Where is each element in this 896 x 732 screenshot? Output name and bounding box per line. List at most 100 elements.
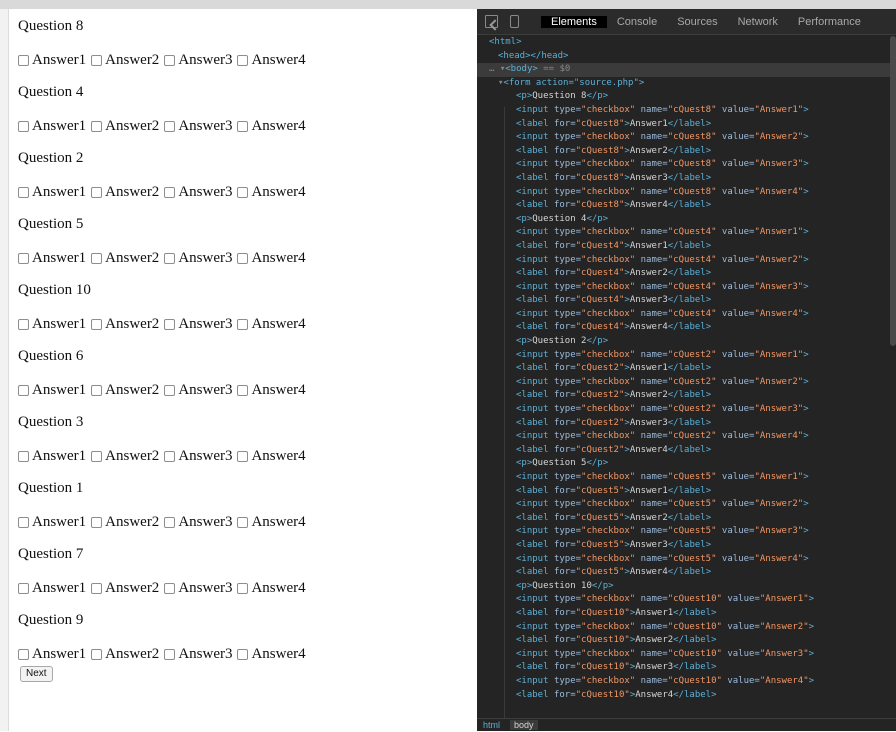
tab-network[interactable]: Network: [728, 16, 788, 28]
answer-option[interactable]: Answer1: [18, 447, 86, 465]
answer-checkbox[interactable]: [164, 120, 176, 132]
selected-body-node[interactable]: … ▾<body> == $0: [477, 63, 890, 77]
answer-checkbox[interactable]: [164, 318, 176, 330]
answer-checkbox[interactable]: [18, 516, 29, 528]
answer-option[interactable]: Answer2: [91, 117, 159, 135]
answer-checkbox[interactable]: [91, 516, 103, 528]
answer-option[interactable]: Answer1: [18, 579, 86, 597]
answer-checkbox[interactable]: [91, 186, 103, 198]
answer-checkbox[interactable]: [164, 384, 176, 396]
dom-node-line[interactable]: <label for="cQuest10">Answer3</label>: [477, 661, 890, 675]
dom-node-line[interactable]: <input type="checkbox" name="cQuest2" va…: [477, 376, 890, 390]
dom-node-line[interactable]: <input type="checkbox" name="cQuest5" va…: [477, 553, 890, 567]
answer-checkbox[interactable]: [164, 252, 176, 264]
answer-option[interactable]: Answer4: [237, 51, 306, 69]
dom-node-line[interactable]: <input type="checkbox" name="cQuest5" va…: [477, 498, 890, 512]
answer-option[interactable]: Answer3: [164, 51, 232, 69]
tab-performance[interactable]: Performance: [788, 16, 871, 28]
dom-node-line[interactable]: <input type="checkbox" name="cQuest4" va…: [477, 254, 890, 268]
dom-node-line[interactable]: <label for="cQuest5">Answer1</label>: [477, 485, 890, 499]
answer-checkbox[interactable]: [18, 648, 29, 660]
answer-option[interactable]: Answer2: [91, 249, 159, 267]
answer-option[interactable]: Answer1: [18, 117, 86, 135]
answer-checkbox[interactable]: [91, 318, 103, 330]
dom-node-line[interactable]: <input type="checkbox" name="cQuest10" v…: [477, 675, 890, 689]
dom-node-line[interactable]: <input type="checkbox" name="cQuest10" v…: [477, 648, 890, 662]
dom-node-line[interactable]: <p>Question 10</p>: [477, 580, 890, 594]
answer-checkbox[interactable]: [237, 516, 249, 528]
answer-checkbox[interactable]: [18, 252, 29, 264]
dom-node-line[interactable]: <p>Question 4</p>: [477, 213, 890, 227]
dom-node-line[interactable]: <label for="cQuest4">Answer2</label>: [477, 267, 890, 281]
answer-checkbox[interactable]: [164, 450, 176, 462]
answer-checkbox[interactable]: [237, 384, 249, 396]
answer-checkbox[interactable]: [237, 252, 249, 264]
answer-option[interactable]: Answer3: [164, 249, 232, 267]
answer-option[interactable]: Answer2: [91, 51, 159, 69]
dom-node-line[interactable]: <label for="cQuest8">Answer3</label>: [477, 172, 890, 186]
answer-option[interactable]: Answer4: [237, 579, 306, 597]
answer-option[interactable]: Answer3: [164, 447, 232, 465]
answer-checkbox[interactable]: [91, 54, 103, 66]
device-toolbar-icon[interactable]: [510, 15, 519, 28]
dom-node-line[interactable]: <label for="cQuest2">Answer3</label>: [477, 417, 890, 431]
dom-node-line[interactable]: <label for="cQuest8">Answer4</label>: [477, 199, 890, 213]
answer-option[interactable]: Answer2: [91, 447, 159, 465]
answer-checkbox[interactable]: [18, 186, 29, 198]
answer-option[interactable]: Answer1: [18, 645, 86, 663]
dom-node-line[interactable]: <input type="checkbox" name="cQuest2" va…: [477, 349, 890, 363]
answer-option[interactable]: Answer4: [237, 249, 306, 267]
dom-node-line[interactable]: <input type="checkbox" name="cQuest10" v…: [477, 593, 890, 607]
dom-node-line[interactable]: <p>Question 8</p>: [477, 90, 890, 104]
dom-node-line[interactable]: <input type="checkbox" name="cQuest4" va…: [477, 226, 890, 240]
answer-option[interactable]: Answer4: [237, 513, 306, 531]
dom-node-line[interactable]: <input type="checkbox" name="cQuest8" va…: [477, 104, 890, 118]
answer-option[interactable]: Answer3: [164, 381, 232, 399]
answer-option[interactable]: Answer1: [18, 513, 86, 531]
dom-node-line[interactable]: <input type="checkbox" name="cQuest4" va…: [477, 281, 890, 295]
dom-node-line[interactable]: <label for="cQuest10">Answer4</label>: [477, 689, 890, 703]
answer-checkbox[interactable]: [237, 186, 249, 198]
elements-scrollbar[interactable]: [890, 36, 896, 346]
answer-option[interactable]: Answer1: [18, 315, 86, 333]
answer-option[interactable]: Answer4: [237, 381, 306, 399]
answer-option[interactable]: Answer1: [18, 51, 86, 69]
answer-checkbox[interactable]: [164, 186, 176, 198]
answer-option[interactable]: Answer4: [237, 117, 306, 135]
dom-node-line[interactable]: <p>Question 2</p>: [477, 335, 890, 349]
dom-node-line[interactable]: <label for="cQuest2">Answer2</label>: [477, 389, 890, 403]
dom-node-line[interactable]: <input type="checkbox" name="cQuest2" va…: [477, 403, 890, 417]
answer-option[interactable]: Answer4: [237, 315, 306, 333]
dom-node-line[interactable]: <label for="cQuest8">Answer2</label>: [477, 145, 890, 159]
answer-checkbox[interactable]: [164, 648, 176, 660]
dom-node-line[interactable]: <label for="cQuest5">Answer2</label>: [477, 512, 890, 526]
answer-option[interactable]: Answer4: [237, 183, 306, 201]
dom-node-line[interactable]: <label for="cQuest4">Answer3</label>: [477, 294, 890, 308]
answer-checkbox[interactable]: [91, 252, 103, 264]
answer-option[interactable]: Answer4: [237, 645, 306, 663]
answer-option[interactable]: Answer4: [237, 447, 306, 465]
dom-node-line[interactable]: <label for="cQuest10">Answer1</label>: [477, 607, 890, 621]
answer-checkbox[interactable]: [164, 54, 176, 66]
answer-option[interactable]: Answer1: [18, 381, 86, 399]
answer-option[interactable]: Answer2: [91, 579, 159, 597]
dom-node-line[interactable]: ▾<form action="source.php">: [477, 77, 890, 91]
answer-option[interactable]: Answer3: [164, 645, 232, 663]
dom-node-line[interactable]: <label for="cQuest5">Answer4</label>: [477, 566, 890, 580]
answer-checkbox[interactable]: [18, 582, 29, 594]
answer-option[interactable]: Answer3: [164, 315, 232, 333]
dom-node-line[interactable]: <label for="cQuest2">Answer4</label>: [477, 444, 890, 458]
dom-node-line[interactable]: <input type="checkbox" name="cQuest8" va…: [477, 186, 890, 200]
answer-checkbox[interactable]: [164, 582, 176, 594]
dom-node-line[interactable]: <label for="cQuest8">Answer1</label>: [477, 118, 890, 132]
answer-checkbox[interactable]: [18, 450, 29, 462]
answer-option[interactable]: Answer3: [164, 513, 232, 531]
answer-option[interactable]: Answer2: [91, 381, 159, 399]
answer-option[interactable]: Answer1: [18, 249, 86, 267]
answer-checkbox[interactable]: [91, 648, 103, 660]
dom-node-line[interactable]: <head></head>: [477, 50, 890, 64]
answer-option[interactable]: Answer2: [91, 645, 159, 663]
answer-checkbox[interactable]: [91, 384, 103, 396]
answer-option[interactable]: Answer3: [164, 117, 232, 135]
tab-sources[interactable]: Sources: [667, 16, 727, 28]
